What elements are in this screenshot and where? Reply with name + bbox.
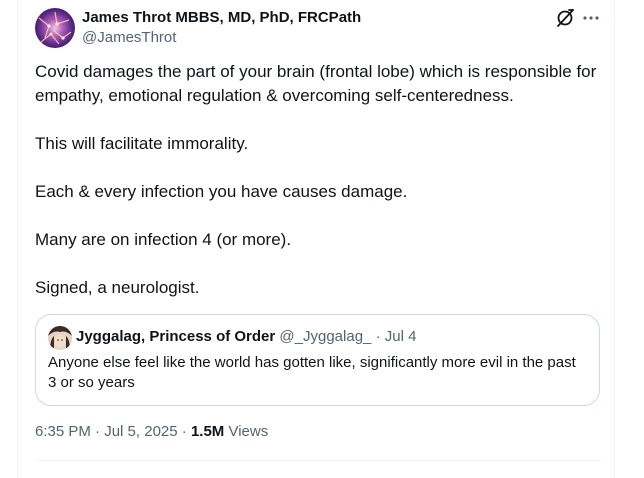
author-name[interactable]: James Throt MBBS, MD, PhD, FRCPath (82, 8, 361, 28)
quote-date[interactable]: Jul 4 (385, 328, 417, 345)
divider (35, 460, 601, 461)
tweet-meta: 6:35 PM · Jul 5, 2025 · 1.5M Views (35, 422, 268, 442)
views-count: 1.5M (190, 423, 225, 440)
meta-separator: · (95, 423, 101, 440)
quote-author-name[interactable]: Jyggalag, Princess of Order (76, 328, 275, 345)
quoted-tweet[interactable]: Jyggalag, Princess of Order @_Jyggalag_ … (35, 314, 600, 406)
tweet-paragraph: Each & every infection you have causes d… (35, 182, 408, 201)
grok-icon[interactable] (554, 7, 576, 29)
author-avatar[interactable] (35, 8, 75, 48)
author-handle[interactable]: @JamesThrot (82, 28, 176, 48)
quote-author-handle[interactable]: @_Jyggalag_ (279, 328, 371, 345)
tweet-paragraph: This will facilitate immorality. (35, 134, 249, 153)
quote-avatar-image (48, 326, 72, 350)
quote-text: Anyone else feel like the world has gott… (48, 354, 576, 391)
quote-author-avatar[interactable] (48, 326, 72, 350)
avatar-image (35, 8, 75, 48)
tweet-card: James Throt MBBS, MD, PhD, FRCPath @Jame… (17, 0, 615, 478)
quote-header: Jyggalag, Princess of Order @_Jyggalag_ … (76, 327, 416, 347)
quote-separator: · (375, 328, 381, 345)
views-label: Views (228, 423, 269, 440)
tweet-paragraph: Many are on infection 4 (or more). (35, 230, 292, 249)
tweet-paragraph: Signed, a neurologist. (35, 278, 200, 297)
more-options-icon[interactable] (580, 7, 602, 29)
tweet-text: Covid damages the part of your brain (fr… (35, 60, 601, 300)
tweet-time[interactable]: 6:35 PM (35, 423, 91, 440)
meta-separator: · (181, 423, 187, 440)
tweet-paragraph: Covid damages the part of your brain (fr… (35, 62, 597, 105)
tweet-date[interactable]: Jul 5, 2025 (104, 423, 177, 440)
